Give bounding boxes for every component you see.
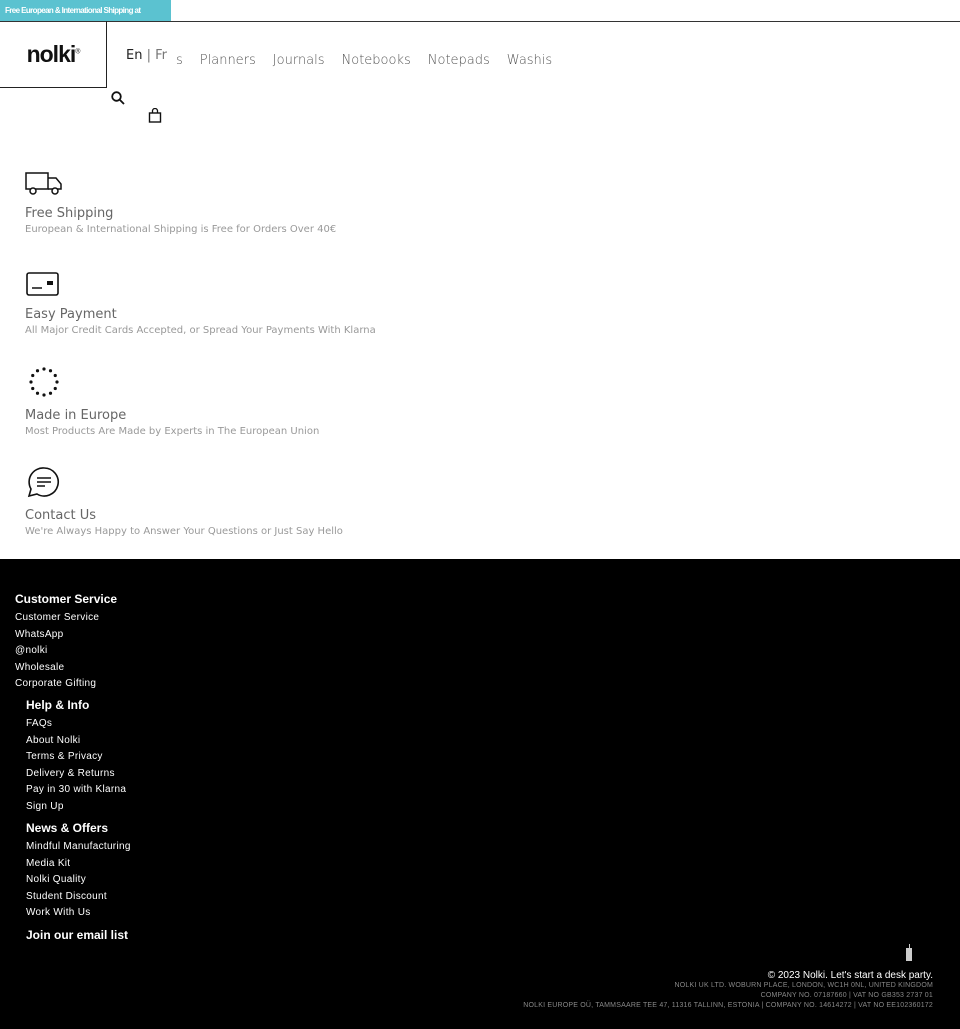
feature-title: Made in Europe: [25, 408, 127, 423]
logo: nolki®: [26, 40, 81, 67]
legal-line: NOLKI UK LTD. WOBURN PLACE, LONDON, WC1H…: [674, 982, 933, 989]
footer-link[interactable]: FAQs: [26, 716, 126, 733]
eu-star: [35, 369, 40, 373]
footer-col-title: Help & Info: [26, 698, 90, 712]
eu-star: [35, 391, 40, 395]
eu-stars-icon: [29, 367, 59, 397]
eu-star: [55, 380, 59, 384]
footer-link[interactable]: Work With Us: [26, 905, 131, 922]
promo-banner[interactable]: Free European & International Shipping a…: [0, 0, 171, 21]
footer-col-help-info: Help & Info FAQs About Nolki Terms & Pri…: [26, 698, 126, 815]
footer-col-title: News & Offers: [26, 821, 109, 835]
eu-star: [42, 393, 46, 397]
footer-link[interactable]: Sign Up: [26, 799, 126, 816]
footer-link[interactable]: Terms & Privacy: [26, 749, 126, 766]
eu-star: [29, 380, 33, 384]
footer-col-title: Customer Service: [15, 592, 118, 606]
feature-desc: We're Always Happy to Answer Your Questi…: [25, 526, 343, 537]
footer-col-news-offers: News & Offers Mindful Manufacturing Medi…: [26, 821, 131, 922]
feature-made-in-europe: Made in Europe Most Products Are Made by…: [25, 366, 319, 437]
email-signup-title[interactable]: Join our email list: [26, 928, 128, 942]
feature-easy-payment: Easy Payment All Major Credit Cards Acce…: [25, 271, 376, 336]
banner-text: Free European & International Shipping a…: [5, 6, 141, 15]
email-signup: Join our email list: [26, 928, 128, 946]
footer-link[interactable]: Pay in 30 with Klarna: [26, 782, 126, 799]
copyright: © 2023 Nolki. Let's start a desk party.: [767, 970, 933, 981]
language-switcher: En | Fr: [126, 48, 167, 63]
legal-line: NOLKI EUROPE OÜ, TAMMSAARE TEE 47, 11316…: [523, 1002, 933, 1009]
eu-star: [48, 369, 53, 373]
feature-title: Easy Payment: [25, 307, 117, 322]
nav-notebooks[interactable]: Notebooks: [342, 53, 411, 68]
eu-star: [31, 386, 35, 391]
footer: Customer Service Customer Service WhatsA…: [0, 559, 960, 1029]
eu-star: [31, 373, 35, 378]
credit-card-icon: [26, 272, 59, 296]
footer-link[interactable]: @nolki: [15, 643, 117, 660]
footer-link[interactable]: Media Kit: [26, 856, 131, 873]
eu-star: [42, 367, 46, 371]
footer-link[interactable]: Mindful Manufacturing: [26, 839, 131, 856]
footer-link[interactable]: WhatsApp: [15, 627, 117, 644]
feature-title: Contact Us: [25, 508, 96, 523]
footer-link[interactable]: Delivery & Returns: [26, 766, 126, 783]
lang-en[interactable]: En: [126, 48, 142, 63]
footer-col-customer-service: Customer Service Customer Service WhatsA…: [15, 592, 117, 693]
shopping-bag-icon[interactable]: [148, 108, 162, 123]
footer-link[interactable]: Nolki Quality: [26, 872, 131, 889]
feature-contact-us[interactable]: Contact Us We're Always Happy to Answer …: [25, 466, 343, 537]
feature-free-shipping: Free Shipping European & International S…: [25, 171, 336, 235]
eu-star: [48, 391, 53, 395]
footer-link[interactable]: Student Discount: [26, 889, 131, 906]
nav-journals[interactable]: Journals: [273, 53, 325, 68]
nav-item[interactable]: s: [176, 53, 183, 68]
footer-link[interactable]: Wholesale: [15, 660, 117, 677]
feature-desc: European & International Shipping is Fre…: [25, 224, 337, 235]
footer-link[interactable]: Corporate Gifting: [15, 676, 117, 693]
logo-link[interactable]: nolki®: [0, 21, 107, 88]
header-divider: [0, 21, 960, 22]
nav-washis[interactable]: Washis: [507, 53, 552, 68]
feature-desc: All Major Credit Cards Accepted, or Spre…: [25, 325, 376, 336]
feature-desc: Most Products Are Made by Experts in The…: [25, 426, 320, 437]
nolki-mark-icon: [906, 944, 912, 961]
nav-notepads[interactable]: Notepads: [428, 53, 490, 68]
eu-star: [53, 386, 57, 391]
feature-title: Free Shipping: [25, 206, 114, 221]
footer-link[interactable]: Customer Service: [15, 610, 117, 627]
truck-icon: [25, 172, 62, 195]
main-nav: s Planners Journals Notebooks Notepads W…: [176, 53, 552, 68]
lang-sep: |: [142, 48, 156, 63]
legal-info: © 2023 Nolki. Let's start a desk party. …: [523, 970, 933, 1011]
chat-bubble-icon: [27, 467, 59, 498]
lang-fr[interactable]: Fr: [155, 48, 167, 63]
legal-line: COMPANY NO. 07187660 | VAT NO GB353 2737…: [760, 992, 933, 999]
search-icon[interactable]: [111, 91, 125, 105]
nav-planners[interactable]: Planners: [200, 53, 256, 68]
eu-star: [53, 373, 57, 378]
footer-link[interactable]: About Nolki: [26, 733, 126, 750]
